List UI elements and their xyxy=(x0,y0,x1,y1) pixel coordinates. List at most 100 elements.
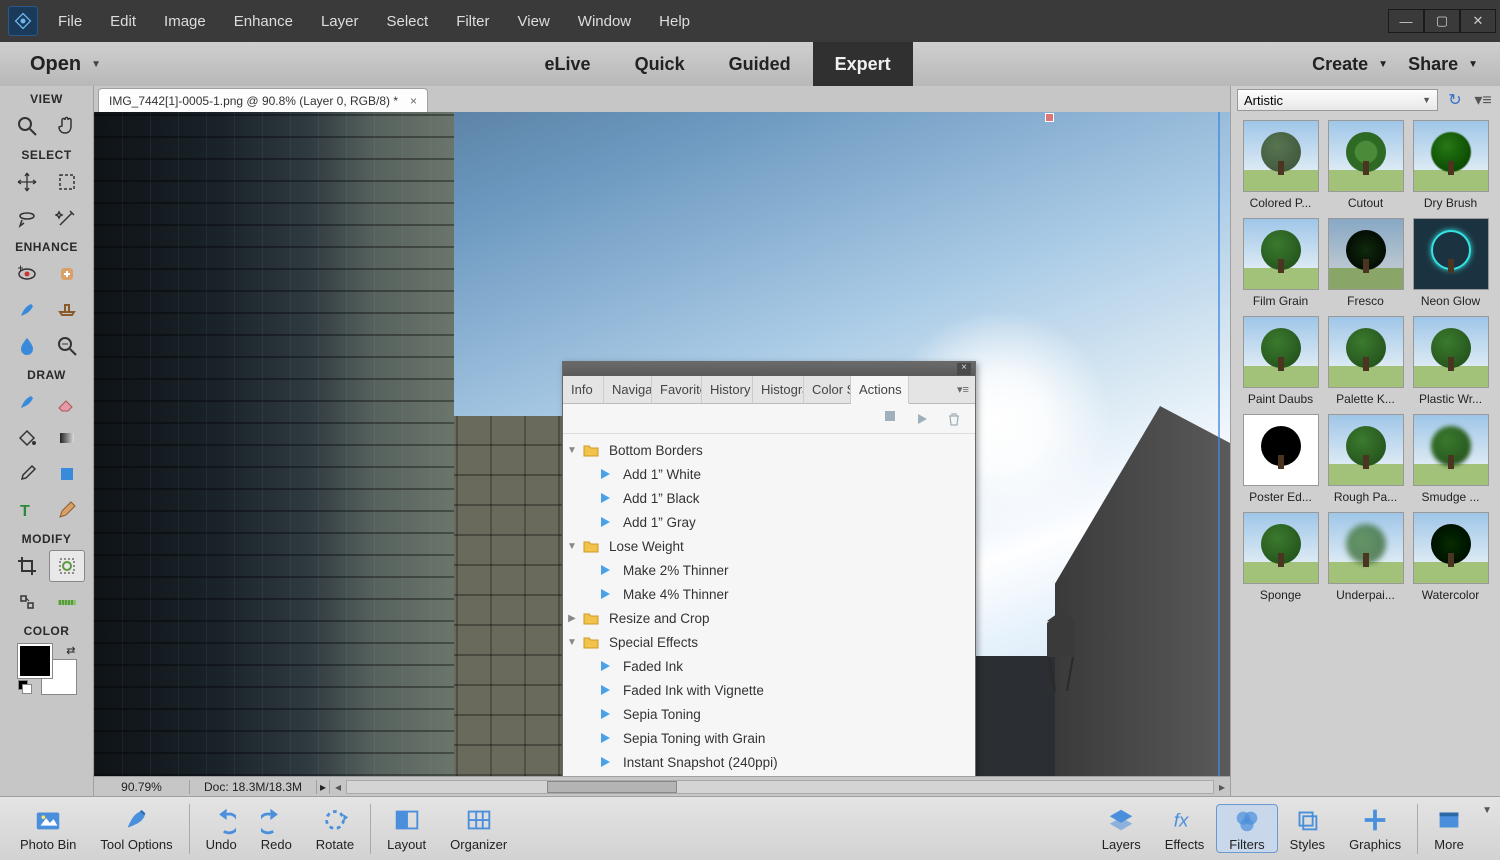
straighten-tool[interactable] xyxy=(49,586,85,618)
filter-thumb-sponge[interactable]: Sponge xyxy=(1241,512,1320,602)
window-minimize-button[interactable]: — xyxy=(1388,9,1424,33)
menu-enhance[interactable]: Enhance xyxy=(220,0,307,42)
action-item[interactable]: Make 4% Thinner xyxy=(563,582,975,606)
delete-action-button[interactable] xyxy=(945,410,963,428)
layers-button[interactable]: Layers xyxy=(1090,805,1153,852)
marquee-tool[interactable] xyxy=(49,166,85,198)
pencil-tool[interactable] xyxy=(49,494,85,526)
filter-thumb-cutout[interactable]: Cutout xyxy=(1326,120,1405,210)
action-folder[interactable]: ▼Lose Weight xyxy=(563,534,975,558)
filter-thumb-plastic-wrap[interactable]: Plastic Wr... xyxy=(1411,316,1490,406)
panel-tab-navigator[interactable]: Navigator xyxy=(604,376,652,403)
clone-stamp-tool[interactable] xyxy=(49,294,85,326)
transform-handle[interactable] xyxy=(1045,113,1054,122)
swap-colors-icon[interactable]: ⇄ xyxy=(66,644,75,657)
filter-thumb-rough-pastels[interactable]: Rough Pa... xyxy=(1326,414,1405,504)
share-button[interactable]: Share▼ xyxy=(1408,54,1478,75)
magic-wand-tool[interactable] xyxy=(49,202,85,234)
action-item[interactable]: Faded Ink with Vignette xyxy=(563,678,975,702)
filter-thumb-colored-pencil[interactable]: Colored P... xyxy=(1241,120,1320,210)
layout-button[interactable]: Layout xyxy=(375,805,438,852)
doc-info-menu-icon[interactable]: ▸ xyxy=(316,780,330,794)
close-icon[interactable]: × xyxy=(957,363,971,375)
gradient-tool[interactable] xyxy=(49,422,85,454)
open-button[interactable]: Open ▼ xyxy=(0,42,123,86)
filter-thumb-fresco[interactable]: Fresco xyxy=(1326,218,1405,308)
menu-filter[interactable]: Filter xyxy=(442,0,503,42)
expand-icon[interactable]: ▶ xyxy=(563,613,581,624)
panel-tab-history[interactable]: History xyxy=(702,376,753,403)
panel-tab-info[interactable]: Info xyxy=(563,376,604,403)
scrollbar-left-icon[interactable]: ◂ xyxy=(330,780,346,794)
paint-bucket-tool[interactable] xyxy=(9,422,45,454)
reset-filters-icon[interactable]: ↻ xyxy=(1444,89,1466,111)
filter-thumb-neon-glow[interactable]: Neon Glow xyxy=(1411,218,1490,308)
chevron-down-icon[interactable]: ▼ xyxy=(1482,805,1492,816)
crop-tool[interactable] xyxy=(9,550,45,582)
move-tool[interactable] xyxy=(9,166,45,198)
menu-layer[interactable]: Layer xyxy=(307,0,373,42)
action-item[interactable]: Add 1” Black xyxy=(563,486,975,510)
action-folder[interactable]: ▼Special Effects xyxy=(563,630,975,654)
filter-thumb-film-grain[interactable]: Film Grain xyxy=(1241,218,1320,308)
sponge-tool[interactable] xyxy=(49,330,85,362)
mode-tab-quick[interactable]: Quick xyxy=(613,42,707,86)
mode-tab-guided[interactable]: Guided xyxy=(707,42,813,86)
horizontal-scrollbar[interactable] xyxy=(346,780,1214,794)
collapse-icon[interactable]: ▼ xyxy=(563,541,581,552)
recompose-tool[interactable] xyxy=(49,550,85,582)
canvas[interactable]: × Info Navigator Favorites History Histo… xyxy=(94,112,1230,776)
content-aware-move-tool[interactable] xyxy=(9,586,45,618)
action-item[interactable]: Add 1” White xyxy=(563,462,975,486)
graphics-button[interactable]: Graphics xyxy=(1337,805,1413,852)
type-tool[interactable]: T xyxy=(9,494,45,526)
smart-brush-tool[interactable] xyxy=(9,294,45,326)
menu-help[interactable]: Help xyxy=(645,0,704,42)
panel-tab-favorites[interactable]: Favorites xyxy=(652,376,702,403)
collapse-icon[interactable]: ▼ xyxy=(563,445,581,456)
styles-button[interactable]: Styles xyxy=(1278,805,1337,852)
zoom-value[interactable]: 90.79% xyxy=(94,780,190,794)
tool-options-button[interactable]: Tool Options xyxy=(88,805,184,852)
filter-thumb-palette-knife[interactable]: Palette K... xyxy=(1326,316,1405,406)
actions-list[interactable]: ▼Bottom BordersAdd 1” WhiteAdd 1” BlackA… xyxy=(563,434,975,776)
redo-button[interactable]: Redo xyxy=(249,805,304,852)
photo-bin-button[interactable]: Photo Bin xyxy=(8,805,88,852)
filter-thumb-paint-daubs[interactable]: Paint Daubs xyxy=(1241,316,1320,406)
menu-file[interactable]: File xyxy=(44,0,96,42)
menu-view[interactable]: View xyxy=(504,0,564,42)
action-folder[interactable]: ▼Bottom Borders xyxy=(563,438,975,462)
action-item[interactable]: Add 1” Gray xyxy=(563,510,975,534)
filters-button[interactable]: Filters xyxy=(1216,804,1277,853)
lasso-tool[interactable] xyxy=(9,202,45,234)
redeye-tool[interactable] xyxy=(9,258,45,290)
spot-heal-tool[interactable] xyxy=(49,258,85,290)
eraser-tool[interactable] xyxy=(49,386,85,418)
action-item[interactable]: Instant Snapshot (240ppi) xyxy=(563,750,975,774)
foreground-color-well[interactable] xyxy=(18,644,52,678)
collapse-icon[interactable]: ▼ xyxy=(563,637,581,648)
brush-tool[interactable] xyxy=(9,386,45,418)
panel-tab-color[interactable]: Color Swatches xyxy=(804,376,851,403)
mode-tab-elive[interactable]: eLive xyxy=(523,42,613,86)
organizer-button[interactable]: Organizer xyxy=(438,805,519,852)
panel-menu-icon[interactable]: ▾≡ xyxy=(951,376,975,403)
eyedropper-tool[interactable] xyxy=(9,458,45,490)
close-icon[interactable]: × xyxy=(410,94,417,108)
panel-menu-icon[interactable]: ▾≡ xyxy=(1472,89,1494,111)
panel-tab-histogram[interactable]: Histogram xyxy=(753,376,804,403)
scrollbar-right-icon[interactable]: ▸ xyxy=(1214,780,1230,794)
filter-thumb-smudge-stick[interactable]: Smudge ... xyxy=(1411,414,1490,504)
action-item[interactable]: Sepia Toning xyxy=(563,702,975,726)
menu-image[interactable]: Image xyxy=(150,0,220,42)
window-maximize-button[interactable]: ▢ xyxy=(1424,9,1460,33)
hand-tool[interactable] xyxy=(49,110,85,142)
play-action-button[interactable] xyxy=(913,410,931,428)
scrollbar-thumb[interactable] xyxy=(547,781,677,793)
shape-tool[interactable] xyxy=(49,458,85,490)
effects-button[interactable]: fx Effects xyxy=(1153,805,1217,852)
window-close-button[interactable]: ✕ xyxy=(1460,9,1496,33)
stop-action-button[interactable] xyxy=(881,410,899,428)
filter-thumb-underpainting[interactable]: Underpai... xyxy=(1326,512,1405,602)
create-button[interactable]: Create▼ xyxy=(1312,54,1388,75)
